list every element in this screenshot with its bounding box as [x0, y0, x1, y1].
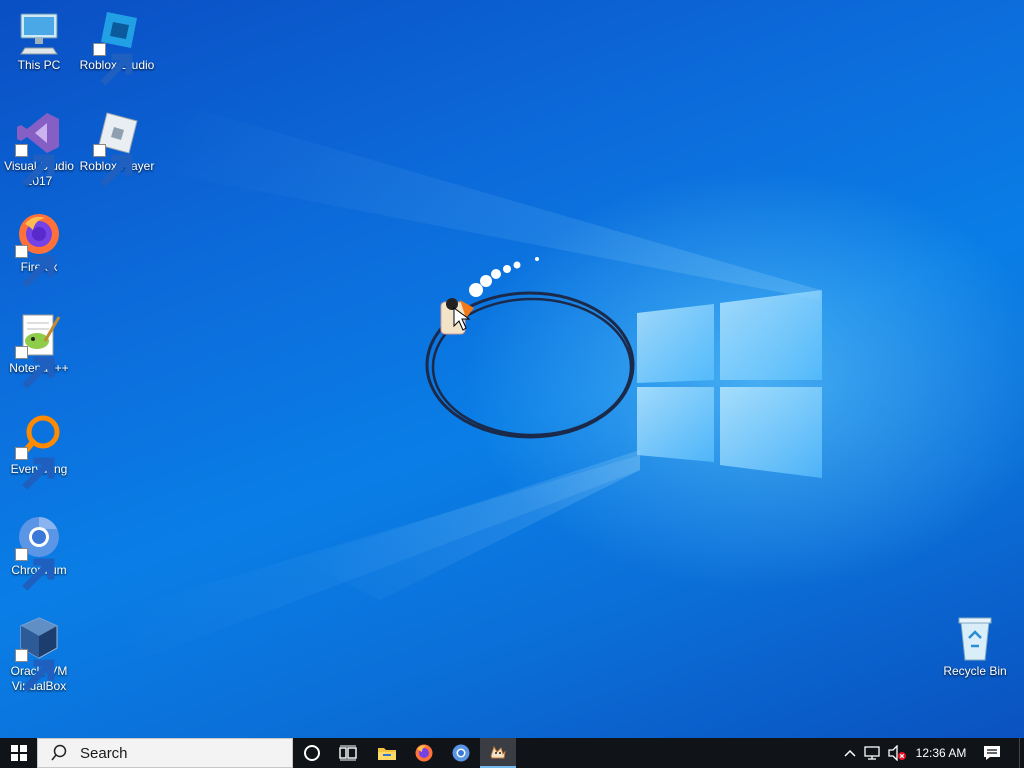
desktop-icon-this-pc[interactable]: This PC	[1, 8, 77, 73]
taskbar-search-box[interactable]: Search	[37, 738, 293, 768]
taskbar: Search 12:36 AM	[0, 738, 1024, 768]
network-button[interactable]	[862, 738, 884, 768]
shortcut-arrow-icon	[15, 649, 55, 692]
folder-icon	[378, 748, 396, 760]
desktop-icon-notepad-plus-plus[interactable]: Notepad++	[1, 311, 77, 389]
show-desktop-button[interactable]	[1019, 738, 1024, 768]
shortcut-arrow-icon	[15, 548, 55, 591]
desktop-icon-roblox-player[interactable]: Roblox Player	[79, 109, 155, 187]
desktop-icon-label: This PC	[17, 58, 61, 72]
volume-muted-icon	[888, 745, 906, 761]
search-icon	[51, 744, 67, 761]
desktop[interactable]: This PC Visual Studio 2017 Firefox Notep…	[0, 0, 1024, 738]
firefox-icon	[15, 210, 63, 288]
action-center-button[interactable]	[978, 738, 1006, 768]
everything-search-icon	[15, 412, 63, 490]
taskbar-clock[interactable]: 12:36 AM	[910, 738, 972, 768]
desktop-icon-firefox[interactable]: Firefox	[1, 210, 77, 288]
desktop-icon-chromium[interactable]: Chromium	[1, 513, 77, 591]
start-button[interactable]	[0, 738, 37, 768]
tray-overflow-button[interactable]	[840, 738, 860, 768]
chromium-icon	[15, 513, 63, 591]
firefox-icon	[415, 744, 433, 762]
mouse-trail-animation	[425, 257, 635, 439]
task-view-button[interactable]	[330, 738, 366, 768]
cortana-button[interactable]	[294, 738, 330, 768]
windows-logo-wallpaper	[637, 290, 822, 478]
desktop-icon-recycle-bin[interactable]: Recycle Bin	[937, 614, 1013, 679]
visual-studio-icon	[15, 109, 63, 187]
desktop-icon-visual-studio[interactable]: Visual Studio 2017	[1, 109, 77, 189]
shortcut-arrow-icon	[93, 43, 133, 86]
file-explorer-button[interactable]	[369, 738, 405, 768]
volume-button[interactable]	[886, 738, 908, 768]
roblox-studio-icon	[93, 8, 141, 86]
desktop-icon-label: Recycle Bin	[943, 664, 1007, 678]
network-icon	[864, 746, 880, 760]
firefox-taskbar-button[interactable]	[406, 738, 442, 768]
shortcut-arrow-icon	[15, 346, 55, 389]
shortcut-arrow-icon	[15, 245, 55, 288]
chromium-icon	[452, 744, 470, 762]
task-view-icon	[339, 745, 357, 761]
recycle-bin-icon	[951, 614, 999, 662]
shortcut-arrow-icon	[15, 447, 55, 490]
cortana-circle-icon	[304, 745, 320, 761]
action-center-icon	[984, 746, 1000, 760]
windows-start-icon	[10, 745, 27, 761]
roblox-player-icon	[93, 109, 141, 187]
chromium-taskbar-button[interactable]	[443, 738, 479, 768]
desktop-icon-everything[interactable]: Everything	[1, 412, 77, 490]
cat-app-icon	[490, 745, 506, 759]
chevron-up-icon	[844, 749, 856, 757]
desktop-icon-roblox-studio[interactable]: Roblox Studio	[79, 8, 155, 86]
running-app-taskbar-button[interactable]	[480, 738, 516, 768]
virtualbox-icon	[15, 614, 63, 692]
clock-time: 12:36 AM	[915, 746, 967, 760]
notepad-plus-plus-icon	[15, 311, 63, 389]
shortcut-arrow-icon	[15, 144, 55, 187]
shortcut-arrow-icon	[93, 144, 133, 187]
computer-icon	[15, 8, 63, 56]
desktop-icon-virtualbox[interactable]: Oracle VM VirtualBox	[1, 614, 77, 694]
search-placeholder: Search	[80, 744, 128, 762]
